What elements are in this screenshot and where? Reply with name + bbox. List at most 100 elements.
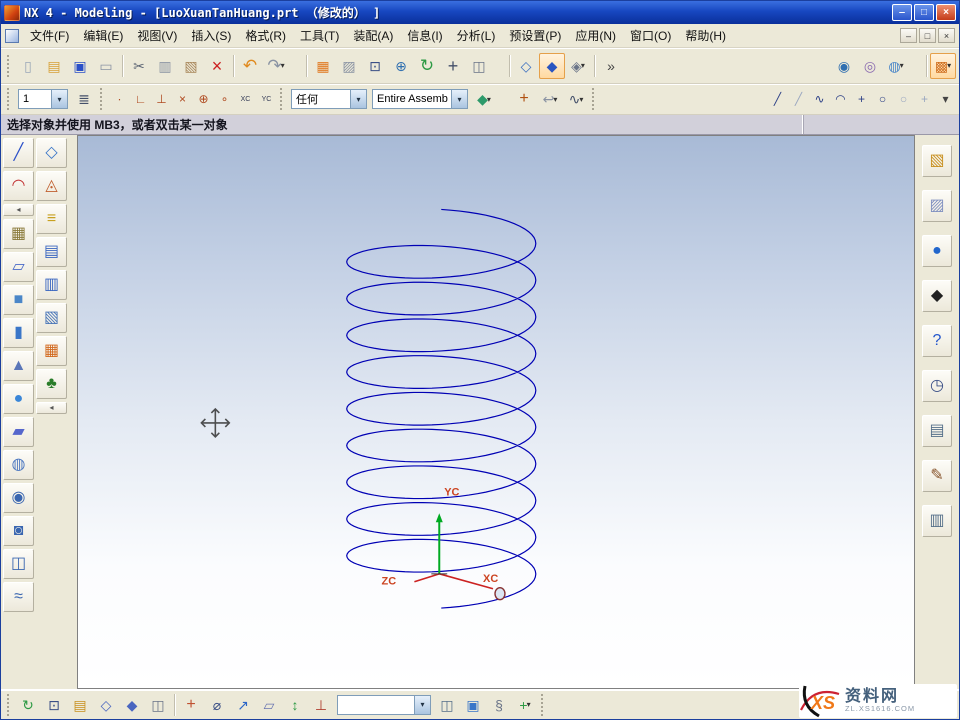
snap-options-button[interactable]: ∿▾ (563, 86, 589, 112)
point-tool-button[interactable]: + (851, 89, 872, 110)
helix-spring-curve[interactable] (347, 209, 536, 608)
hole-button[interactable]: ◉ (3, 483, 34, 513)
open-button[interactable]: ▤ (41, 53, 67, 79)
wcs-yc-button[interactable]: YC (256, 89, 277, 110)
utility-combobox[interactable]: ▾ (337, 695, 431, 715)
utility-dropdown-icon[interactable]: ▾ (414, 696, 430, 714)
menu-assemblies[interactable]: 装配(A) (346, 23, 400, 48)
roles-button[interactable]: ▩▾ (930, 53, 956, 79)
wireframe-display-button[interactable]: ◇ (513, 53, 539, 79)
toolbar-grip[interactable] (7, 88, 12, 110)
curves-overflow-button[interactable]: ▾ (935, 89, 956, 110)
sphere-button[interactable]: ● (3, 384, 34, 414)
view-orientation-button[interactable]: ◈▾ (565, 53, 591, 79)
snap-midpoint-button[interactable]: ⊥ (151, 89, 172, 110)
history-button[interactable]: ◷ (922, 370, 952, 402)
menu-file[interactable]: 文件(F) (23, 23, 76, 48)
plus-tool-button[interactable]: + (914, 89, 935, 110)
mdi-close-button[interactable]: × (938, 28, 955, 43)
solid-faces-button[interactable]: ▧ (36, 303, 67, 333)
snapshot-bottom-button[interactable]: ◫ (145, 692, 171, 718)
direct-sketch-button[interactable]: ◇ (36, 138, 67, 168)
snap-point-button[interactable]: ∙ (109, 89, 130, 110)
display-cube-button[interactable]: ▣ (460, 692, 486, 718)
dropdown-caret-icon[interactable]: ▾ (527, 700, 531, 709)
arc-button[interactable]: ◠ (3, 171, 34, 201)
zc-axis[interactable] (414, 574, 439, 582)
show-hide-button[interactable]: ▨ (336, 53, 362, 79)
menu-application[interactable]: 应用(N) (568, 23, 623, 48)
snap-endpoint-button[interactable]: ∟ (130, 89, 151, 110)
toolbar-grip[interactable] (592, 88, 597, 110)
selection-filter-combobox[interactable]: 任何 ▾ (291, 89, 367, 109)
datum-csys-button[interactable]: ◬ (36, 171, 67, 201)
measure-button[interactable]: ⌀ (204, 692, 230, 718)
layer-dropdown-icon[interactable]: ▾ (51, 90, 67, 108)
dropdown-caret-icon[interactable]: ▾ (579, 95, 583, 104)
macro-editor-button[interactable]: ✎ (922, 460, 952, 492)
minimize-button[interactable]: ‒ (892, 4, 912, 21)
xc-handle[interactable] (495, 588, 505, 600)
toolbar-grip[interactable] (100, 88, 105, 110)
undo-selection-button[interactable]: ↩▾ (537, 86, 563, 112)
toolbar-grip[interactable] (280, 88, 285, 110)
dropdown-caret-icon[interactable]: ▾ (281, 61, 285, 70)
shaded-mode-button[interactable]: ◆ (119, 692, 145, 718)
menu-insert[interactable]: 插入(S) (184, 23, 238, 48)
tree-button[interactable]: ♣ (36, 369, 67, 399)
collapse-top-button[interactable]: ◂ (3, 204, 34, 216)
toolbar-grip[interactable] (7, 694, 12, 716)
general-selection-button[interactable]: + (511, 86, 537, 112)
sketch-button[interactable]: ▦ (3, 219, 34, 249)
point-button[interactable]: + (178, 692, 204, 718)
shell-button[interactable]: ◫ (3, 549, 34, 579)
web-browser-button[interactable]: ● (922, 235, 952, 267)
collapse-side-button[interactable]: ◂ (36, 402, 67, 414)
unite-button[interactable]: ◙ (3, 516, 34, 546)
part-navigator-button[interactable]: ▨ (922, 190, 952, 222)
circle-tool-button[interactable]: ○ (872, 89, 893, 110)
cone-button[interactable]: ▲ (3, 351, 34, 381)
layer-manager-button[interactable]: ▤ (67, 692, 93, 718)
graphics-viewport[interactable]: YC ZC XC (77, 135, 915, 689)
print-button[interactable]: ▭ (93, 53, 119, 79)
toolbar-grip[interactable] (541, 694, 546, 716)
menu-tools[interactable]: 工具(T) (293, 23, 346, 48)
menu-analysis[interactable]: 分析(L) (450, 23, 503, 48)
menu-preferences[interactable]: 预设置(P) (502, 23, 568, 48)
information-book-button[interactable]: ▤ (36, 237, 67, 267)
line-tool-alt-button[interactable]: ╱ (788, 89, 809, 110)
copy-button[interactable]: ▥ (152, 53, 178, 79)
restore-button[interactable]: □ (914, 4, 934, 21)
dropdown-caret-icon[interactable]: ▾ (553, 95, 557, 104)
snapshot-button[interactable]: ◫ (466, 53, 492, 79)
menu-window[interactable]: 窗口(O) (623, 23, 678, 48)
csys-tool-button[interactable]: ⊥ (308, 692, 334, 718)
steps-button[interactable]: ≡ (36, 204, 67, 234)
menu-edit[interactable]: 编辑(E) (76, 23, 130, 48)
redo-button[interactable]: ↷▾ (263, 53, 289, 79)
tools-more-button[interactable]: +▾ (512, 692, 538, 718)
filter-dropdown-icon[interactable]: ▾ (350, 90, 366, 108)
window-arrange-button[interactable]: ◫ (434, 692, 460, 718)
training-button[interactable]: ◆ (922, 280, 952, 312)
dropdown-caret-icon[interactable]: ▾ (947, 61, 951, 70)
save-button[interactable]: ▣ (67, 53, 93, 79)
wcs-xc-button[interactable]: XC (235, 89, 256, 110)
menu-format[interactable]: 格式(R) (238, 23, 293, 48)
plane-tool-button[interactable]: ▱ (256, 692, 282, 718)
menu-view[interactable]: 视图(V) (130, 23, 184, 48)
delete-button[interactable]: × (204, 53, 230, 79)
cut-button[interactable]: ✂ (126, 53, 152, 79)
mdi-minimize-button[interactable]: ‒ (900, 28, 917, 43)
block-button[interactable]: ■ (3, 285, 34, 315)
toolbar-grip[interactable] (7, 55, 12, 77)
layer-settings-button[interactable]: ≣ (71, 86, 97, 112)
selection-mode-button[interactable]: ◆▾ (471, 86, 497, 112)
arc-tool-button[interactable]: ◠ (830, 89, 851, 110)
snap-origin-button[interactable]: ∘ (214, 89, 235, 110)
close-button[interactable]: × (936, 4, 956, 21)
revolve-button[interactable]: ◍ (3, 450, 34, 480)
line-button[interactable]: ╱ (3, 138, 34, 168)
help-button[interactable]: ? (922, 325, 952, 357)
